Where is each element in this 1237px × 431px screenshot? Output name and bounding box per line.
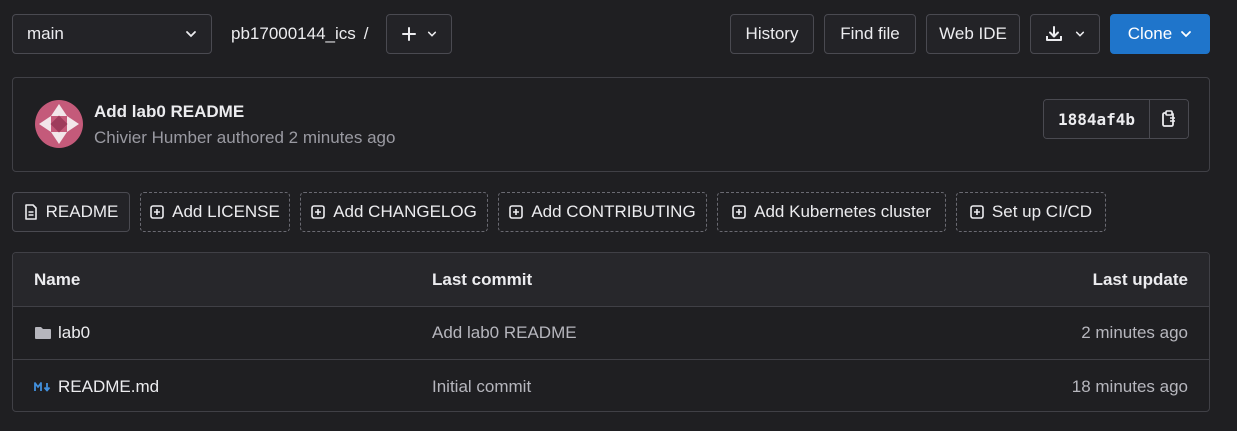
readme-button[interactable]: README: [12, 192, 130, 232]
plus-square-icon: [311, 205, 326, 219]
clone-label: Clone: [1127, 24, 1173, 43]
column-header-name: Name: [34, 269, 81, 289]
file-name[interactable]: README.md: [58, 377, 159, 397]
download-dropdown-button[interactable]: [1030, 14, 1100, 54]
file-table: Name Last commit Last update lab0 Add la…: [12, 252, 1210, 412]
avatar[interactable]: [35, 100, 83, 148]
document-icon: [24, 204, 38, 220]
table-row[interactable]: lab0 Add lab0 README 2 minutes ago: [13, 307, 1209, 360]
last-commit-cell[interactable]: Initial commit: [432, 360, 531, 411]
add-contributing-label: Add CONTRIBUTING: [531, 202, 696, 221]
plus-icon: [401, 26, 417, 42]
markdown-icon: [34, 381, 52, 393]
last-update-cell: 2 minutes ago: [1081, 323, 1188, 342]
file-name-cell[interactable]: README.md: [34, 360, 159, 411]
clone-button[interactable]: Clone: [1110, 14, 1210, 54]
find-file-button[interactable]: Find file: [824, 14, 916, 54]
download-icon: [1045, 25, 1063, 43]
add-contributing-button[interactable]: Add CONTRIBUTING: [498, 192, 707, 232]
breadcrumb: pb17000144_ics /: [231, 24, 369, 44]
last-update-cell: 18 minutes ago: [1071, 376, 1188, 396]
add-changelog-button[interactable]: Add CHANGELOG: [300, 192, 488, 232]
add-kubernetes-cluster-label: Add Kubernetes cluster: [754, 202, 931, 221]
chevron-down-icon: [1180, 28, 1192, 40]
column-header-last-update: Last update: [1092, 269, 1188, 289]
chevron-down-icon: [427, 29, 437, 39]
commit-sha-group: 1884af4b: [1042, 99, 1189, 139]
plus-square-icon: [509, 205, 524, 219]
history-button[interactable]: History: [730, 14, 814, 54]
set-up-cicd-button[interactable]: Set up CI/CD: [956, 192, 1106, 232]
plus-square-icon: [732, 205, 746, 219]
add-changelog-label: Add CHANGELOG: [333, 202, 477, 221]
chevron-down-icon: [185, 28, 197, 40]
plus-square-icon: [970, 205, 984, 219]
commit-sha[interactable]: 1884af4b: [1043, 100, 1150, 138]
table-row[interactable]: README.md Initial commit 18 minutes ago: [13, 360, 1209, 411]
branch-label: main: [27, 24, 64, 43]
set-up-cicd-label: Set up CI/CD: [991, 202, 1093, 221]
last-commit-panel: Add lab0 README Chivier Humber authored …: [12, 77, 1210, 172]
chevron-down-icon: [1075, 29, 1085, 39]
table-header-row: Name Last commit Last update: [13, 253, 1209, 307]
copy-sha-button[interactable]: [1150, 100, 1188, 138]
add-kubernetes-cluster-button[interactable]: Add Kubernetes cluster: [717, 192, 946, 232]
column-header-last-commit: Last commit: [432, 269, 533, 289]
commit-meta: Chivier Humber authored 2 minutes ago: [94, 128, 396, 147]
file-name-cell[interactable]: lab0: [34, 307, 90, 359]
add-dropdown-button[interactable]: [386, 14, 452, 54]
commit-title[interactable]: Add lab0 README: [94, 102, 244, 122]
file-name[interactable]: lab0: [58, 323, 90, 343]
last-commit-cell[interactable]: Add lab0 README: [432, 307, 577, 359]
add-license-label: Add LICENSE: [172, 202, 280, 221]
branch-selector[interactable]: main: [12, 14, 212, 54]
add-license-button[interactable]: Add LICENSE: [140, 192, 290, 232]
breadcrumb-project[interactable]: pb17000144_ics: [231, 24, 356, 43]
breadcrumb-separator: /: [363, 24, 369, 43]
copy-icon: [1161, 110, 1177, 128]
plus-square-icon: [150, 205, 164, 219]
web-ide-button[interactable]: Web IDE: [926, 14, 1020, 54]
folder-icon: [34, 326, 52, 340]
readme-label: README: [45, 202, 119, 221]
